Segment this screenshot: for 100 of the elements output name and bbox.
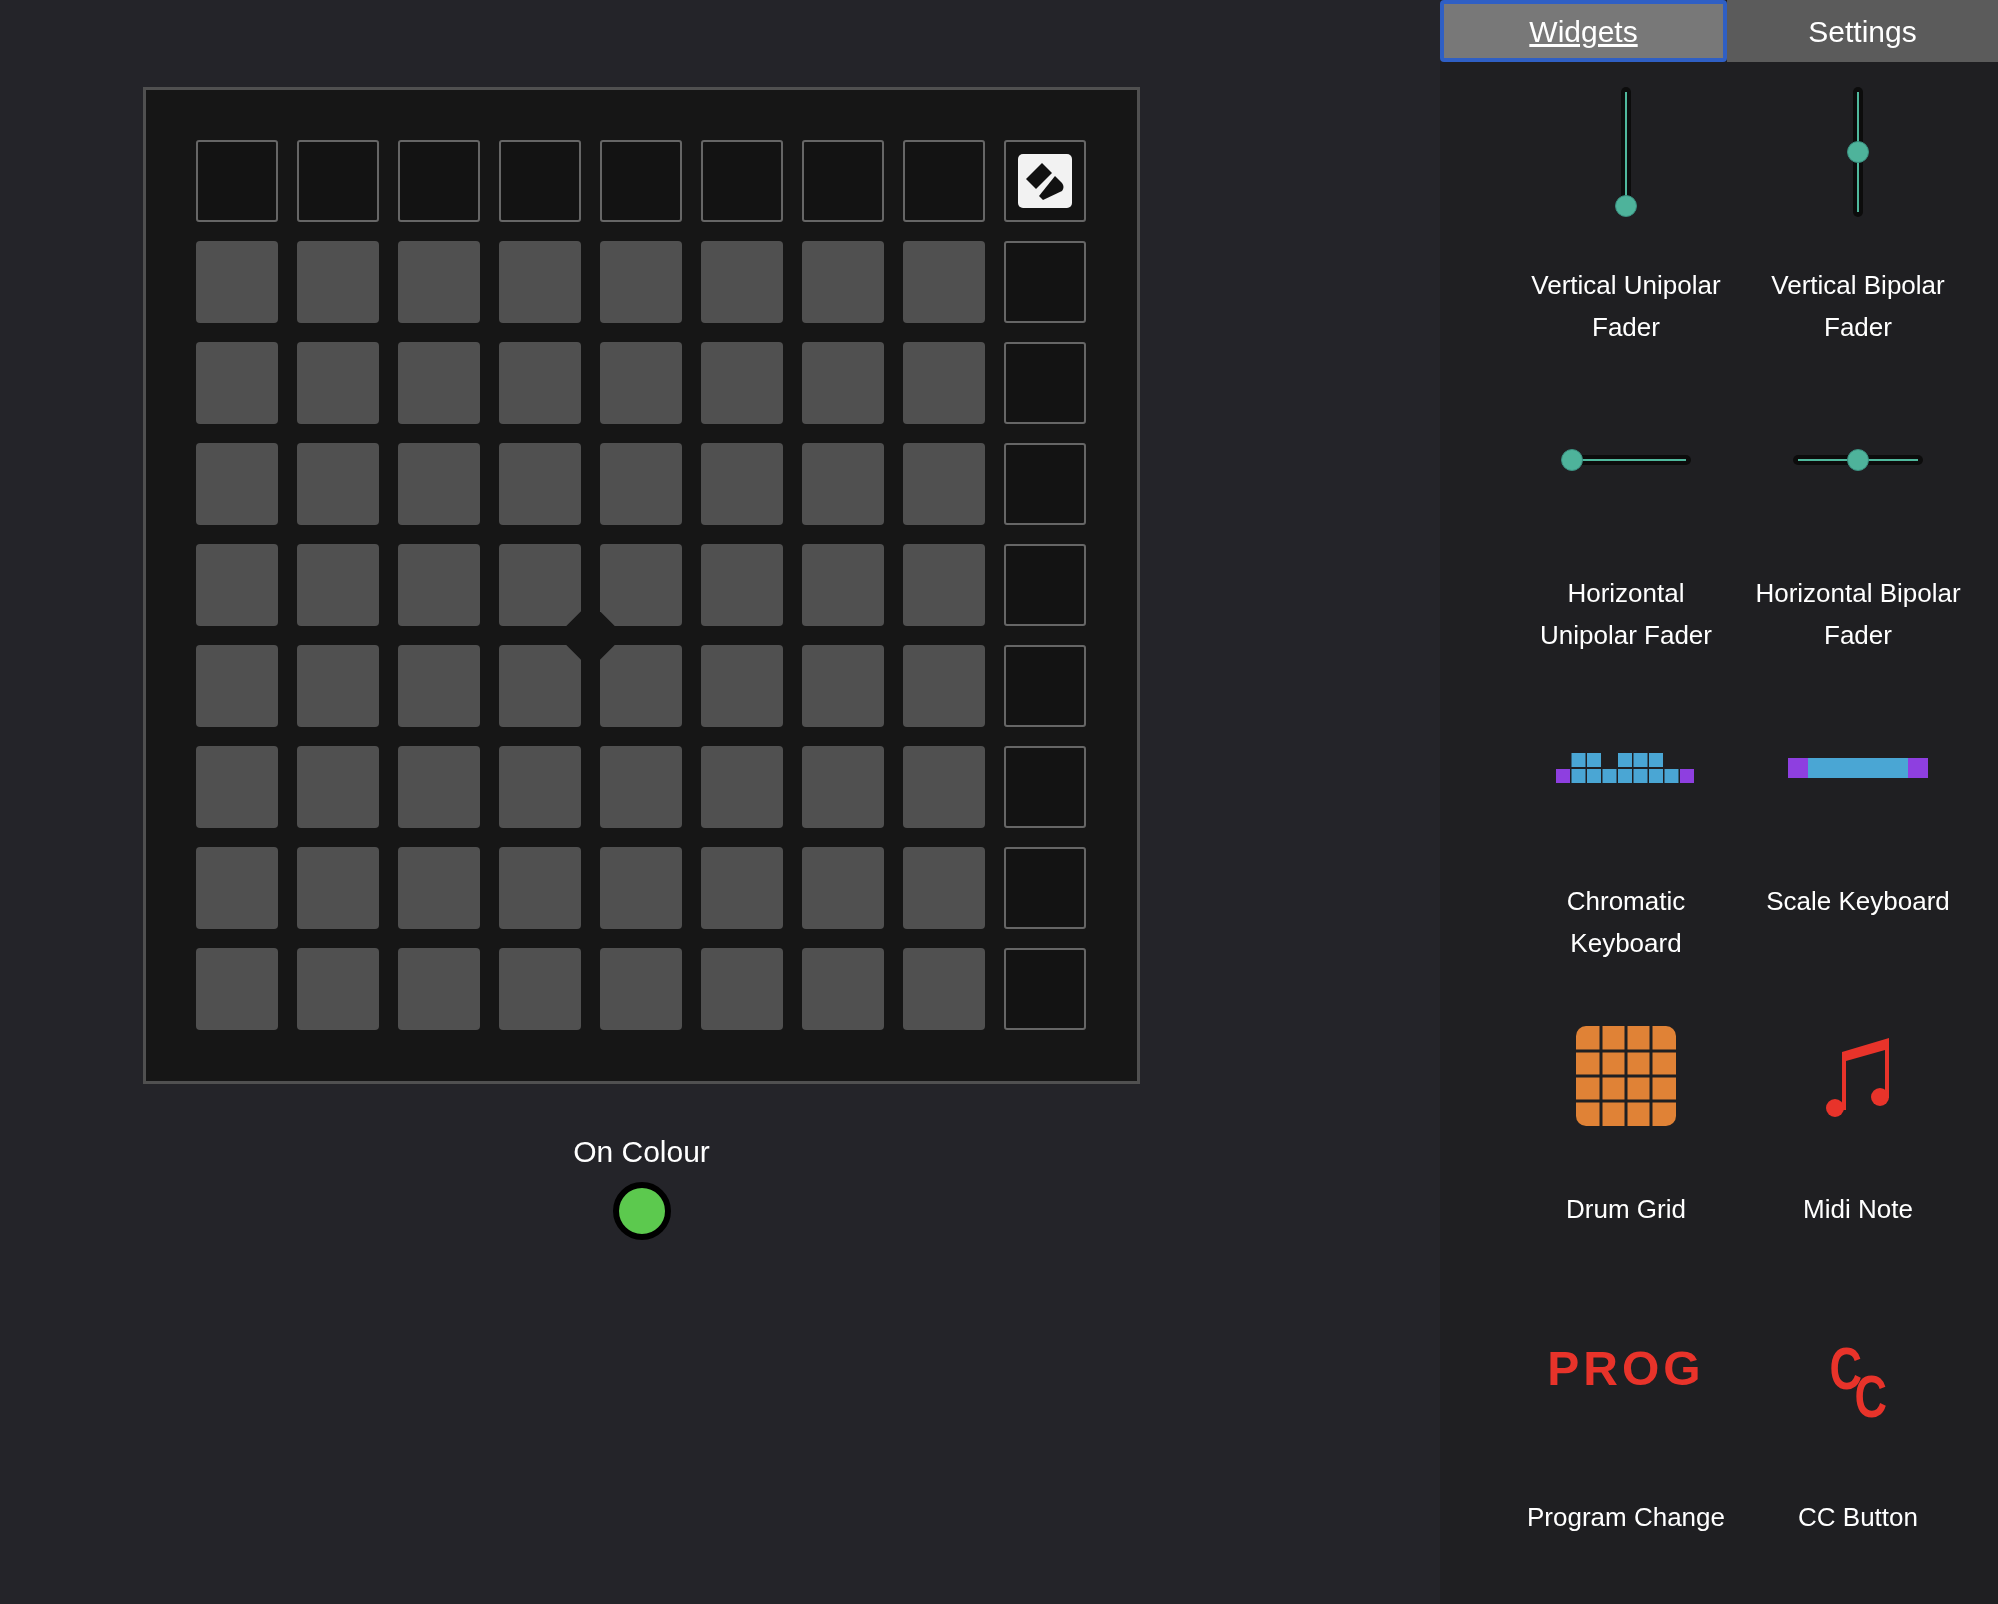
grid-pad[interactable] [196,342,278,424]
side-button[interactable] [297,140,379,222]
grid-pad[interactable] [903,443,985,525]
side-button[interactable] [1004,948,1086,1030]
fader-thumb[interactable] [1615,195,1637,217]
side-button[interactable] [196,140,278,222]
grid-pad[interactable] [499,544,581,626]
grid-pad[interactable] [701,241,783,323]
grid-pad[interactable] [398,342,480,424]
grid-pad[interactable] [398,948,480,1030]
grid-pad[interactable] [802,746,884,828]
grid-pad[interactable] [499,948,581,1030]
grid-pad[interactable] [802,342,884,424]
grid-pad[interactable] [903,948,985,1030]
grid-pad[interactable] [600,948,682,1030]
grid-pad[interactable] [802,645,884,727]
grid-pad[interactable] [802,443,884,525]
grid-pad[interactable] [499,645,581,727]
grid-pad[interactable] [297,948,379,1030]
grid-pad[interactable] [196,948,278,1030]
fader-thumb[interactable] [1561,449,1583,471]
side-button[interactable] [1004,443,1086,525]
grid-pad[interactable] [600,847,682,929]
side-button[interactable] [398,140,480,222]
side-button[interactable] [1004,847,1086,929]
grid-pad[interactable] [398,746,480,828]
widget-label: Program Change [1527,1501,1725,1534]
keyboard-bar-icon [1788,758,1928,778]
grid-pad[interactable] [499,342,581,424]
grid-pad[interactable] [297,847,379,929]
grid-pad[interactable] [600,746,682,828]
grid-pad[interactable] [600,342,682,424]
grid-pad[interactable] [701,847,783,929]
grid-pad[interactable] [297,443,379,525]
grid-pad[interactable] [398,645,480,727]
widget-label: Vertical Bipolar Fader [1771,269,1945,344]
grid-pad[interactable] [701,645,783,727]
grid-pad[interactable] [701,544,783,626]
fader-thumb[interactable] [1847,449,1869,471]
side-button[interactable] [1004,544,1086,626]
grid-pad[interactable] [297,645,379,727]
grid-pad[interactable] [196,847,278,929]
grid-pad[interactable] [600,241,682,323]
side-button[interactable] [499,140,581,222]
grid-pad[interactable] [701,443,783,525]
grid-pad[interactable] [398,443,480,525]
grid-pad[interactable] [802,847,884,929]
grid-pad[interactable] [499,241,581,323]
grid-pad[interactable] [398,847,480,929]
grid-pad[interactable] [802,544,884,626]
prog-icon: PROG [1547,1339,1705,1429]
widget-label: Drum Grid [1566,1193,1686,1226]
grid-pad[interactable] [903,645,985,727]
fader-thumb[interactable] [1847,141,1869,163]
widget-label: CC Button [1798,1501,1918,1534]
grid-pad[interactable] [903,746,985,828]
pad-grid-icon [1576,1026,1676,1126]
grid-pad[interactable] [701,342,783,424]
grid-pad[interactable] [903,847,985,929]
side-button[interactable] [1004,746,1086,828]
grid-pad[interactable] [499,847,581,929]
grid-pad[interactable] [196,746,278,828]
grid-pad[interactable] [600,443,682,525]
side-button[interactable] [903,140,985,222]
on-colour-label: On Colour [573,1134,710,1170]
grid-pad[interactable] [600,544,682,626]
grid-pad[interactable] [701,948,783,1030]
cc-icon: CC [1823,1339,1893,1429]
grid-pad[interactable] [297,544,379,626]
widget-label: Chromatic Keyboard [1566,885,1686,960]
grid-pad[interactable] [196,645,278,727]
grid-pad[interactable] [802,241,884,323]
tab[interactable]: Settings [1727,0,1998,62]
grid-pad[interactable] [903,544,985,626]
grid-pad[interactable] [398,241,480,323]
grid-pad[interactable] [499,746,581,828]
grid-pad[interactable] [903,342,985,424]
tab[interactable]: Widgets [1440,0,1727,62]
widget-label: Scale Keyboard [1766,885,1950,918]
side-button[interactable] [701,140,783,222]
grid-pad[interactable] [701,746,783,828]
grid-pad[interactable] [499,443,581,525]
grid-pad[interactable] [903,241,985,323]
grid-pad[interactable] [297,241,379,323]
grid-pad[interactable] [398,544,480,626]
grid-pad[interactable] [297,746,379,828]
grid-pad[interactable] [196,241,278,323]
side-button[interactable] [600,140,682,222]
grid-pad[interactable] [600,645,682,727]
keyboard-icon [1556,753,1696,783]
logo-button[interactable] [1004,140,1086,222]
side-button[interactable] [1004,241,1086,323]
grid-pad[interactable] [297,342,379,424]
widget-label: Vertical Unipolar Fader [1531,269,1721,344]
side-button[interactable] [1004,645,1086,727]
grid-pad[interactable] [196,443,278,525]
side-button[interactable] [802,140,884,222]
grid-pad[interactable] [196,544,278,626]
grid-pad[interactable] [802,948,884,1030]
side-button[interactable] [1004,342,1086,424]
